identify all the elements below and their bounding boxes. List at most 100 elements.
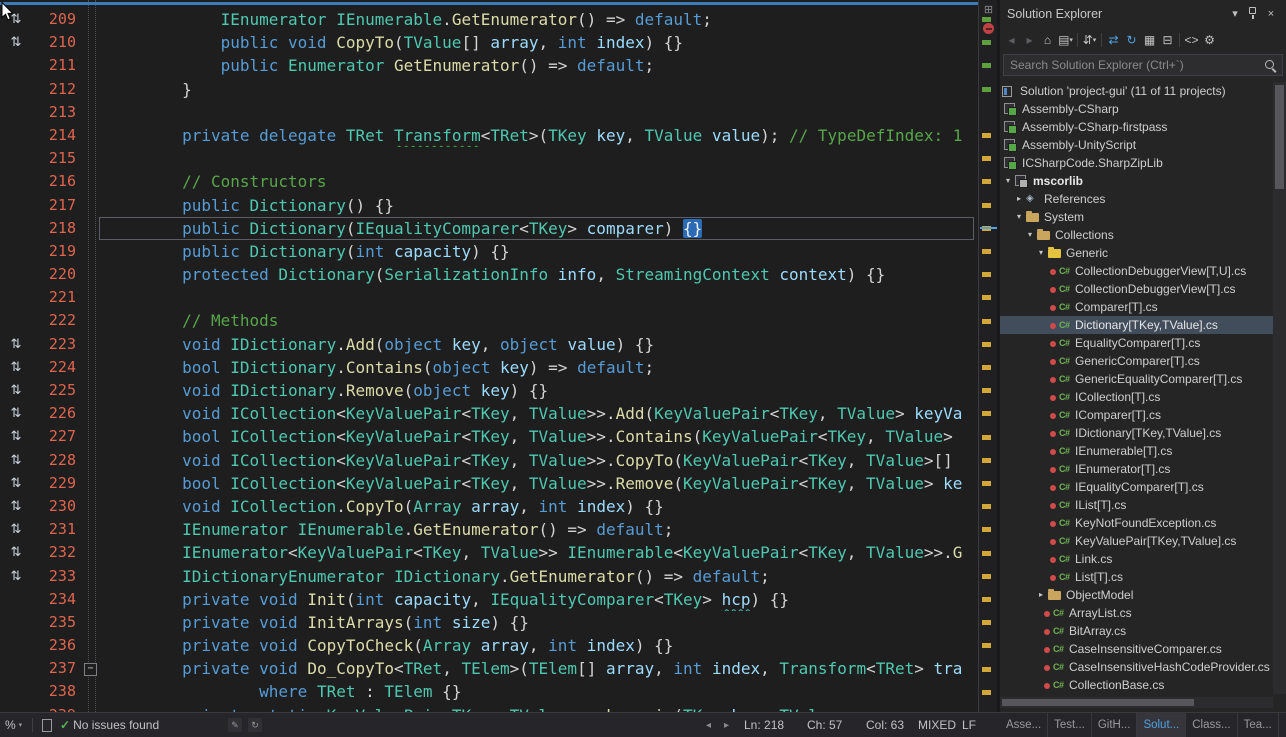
issues-indicator[interactable]: ✓ No issues found — [60, 713, 159, 737]
expand-open-icon[interactable]: ▾ — [1036, 244, 1046, 262]
tree-item[interactable]: ▾Collections — [1000, 226, 1273, 244]
code-line[interactable]: 239 private static KeyValuePair<TKey, TV… — [0, 704, 978, 712]
tree-item[interactable]: C#KeyValuePair[TKey,TValue].cs — [1000, 532, 1273, 550]
line-number[interactable]: 212 — [26, 78, 76, 101]
code-line[interactable]: 213 — [0, 101, 978, 124]
line-number[interactable]: 215 — [26, 147, 76, 170]
code-line[interactable]: 234 private void Init(int capacity, IEqu… — [0, 588, 978, 611]
bottom-tab[interactable]: Solut... — [1137, 713, 1186, 737]
line-number[interactable]: 220 — [26, 263, 76, 286]
refresh-icon[interactable]: ↻ — [1123, 30, 1140, 50]
tree-item[interactable]: C#GenericComparer[T].cs — [1000, 352, 1273, 370]
vertical-scrollbar[interactable] — [1273, 82, 1286, 694]
line-number[interactable]: 232 — [26, 541, 76, 564]
expand-open-icon[interactable]: ▾ — [1014, 208, 1024, 226]
line-number[interactable]: 224 — [26, 356, 76, 379]
char-indicator[interactable]: Ch: 57 — [807, 713, 842, 737]
expand-open-icon[interactable]: ▾ — [1025, 226, 1035, 244]
line-number[interactable]: 217 — [26, 194, 76, 217]
line-number[interactable]: 237 — [26, 657, 76, 680]
code-line[interactable]: ⇅232 IEnumerator<KeyValuePair<TKey, TVal… — [0, 541, 978, 564]
override-arrows-icon[interactable]: ⇅ — [5, 425, 27, 448]
code-line[interactable]: ⇅209 IEnumerator IEnumerable.GetEnumerat… — [0, 8, 978, 31]
override-arrows-icon[interactable]: ⇅ — [5, 379, 27, 402]
tree-item[interactable]: Assembly-CSharp — [1000, 100, 1273, 118]
line-number[interactable]: 229 — [26, 472, 76, 495]
horizontal-scrollbar[interactable] — [1000, 697, 1273, 708]
line-number[interactable]: 221 — [26, 286, 76, 309]
expand-open-icon[interactable]: ▾ — [1003, 172, 1013, 190]
line-number[interactable]: 225 — [26, 379, 76, 402]
code-line[interactable]: 218 public Dictionary(IEqualityComparer<… — [0, 217, 978, 240]
line-number[interactable]: 239 — [26, 704, 76, 712]
override-arrows-icon[interactable]: ⇅ — [5, 472, 27, 495]
tree-item[interactable]: ▸◈References — [1000, 190, 1273, 208]
code-line[interactable]: 214 private delegate TRet Transform<TRet… — [0, 124, 978, 147]
line-number[interactable]: 231 — [26, 518, 76, 541]
scrollbar-thumb[interactable] — [1275, 85, 1284, 189]
close-icon[interactable]: × — [1262, 5, 1280, 23]
override-arrows-icon[interactable]: ⇅ — [5, 333, 27, 356]
override-arrows-icon[interactable]: ⇅ — [5, 565, 27, 588]
code-editor[interactable]: ⇅209 IEnumerator IEnumerable.GetEnumerat… — [0, 0, 978, 712]
override-arrows-icon[interactable]: ⇅ — [5, 356, 27, 379]
code-line[interactable]: 219 public Dictionary(int capacity) {} — [0, 240, 978, 263]
override-arrows-icon[interactable]: ⇅ — [5, 31, 27, 54]
code-line[interactable]: ⇅228 void ICollection<KeyValuePair<TKey,… — [0, 449, 978, 472]
tree-item[interactable]: ICSharpCode.SharpZipLib — [1000, 154, 1273, 172]
sync-with-active-document-icon[interactable]: ⇄ — [1105, 30, 1122, 50]
tree-item[interactable]: C#IEnumerable[T].cs — [1000, 442, 1273, 460]
line-number[interactable]: 216 — [26, 170, 76, 193]
code-line[interactable]: ⇅227 bool ICollection<KeyValuePair<TKey,… — [0, 425, 978, 448]
tree-item[interactable]: Assembly-UnityScript — [1000, 136, 1273, 154]
override-arrows-icon[interactable]: ⇅ — [5, 518, 27, 541]
tree-item[interactable]: C#CaseInsensitiveHashCodeProvider.cs — [1000, 658, 1273, 676]
tree-item[interactable]: ▸ObjectModel — [1000, 586, 1273, 604]
line-number[interactable]: 234 — [26, 588, 76, 611]
tree-item[interactable]: C#GenericEqualityComparer[T].cs — [1000, 370, 1273, 388]
bottom-tab[interactable]: Class... — [1186, 713, 1237, 737]
bottom-tab[interactable]: GitH... — [1092, 713, 1138, 737]
line-number[interactable]: 227 — [26, 425, 76, 448]
code-line[interactable]: ⇅223 void IDictionary.Add(object key, ob… — [0, 333, 978, 356]
tree-item[interactable]: ▾System — [1000, 208, 1273, 226]
tree-item[interactable]: C#IComparer[T].cs — [1000, 406, 1273, 424]
back-icon[interactable]: ◂ — [1003, 30, 1020, 50]
tree-item[interactable]: C#CaseInsensitiveComparer.cs — [1000, 640, 1273, 658]
line-ending-indicator[interactable]: LF — [962, 713, 976, 737]
pin-icon[interactable] — [1244, 5, 1262, 23]
line-number[interactable]: 233 — [26, 565, 76, 588]
code-line[interactable]: 220 protected Dictionary(SerializationIn… — [0, 263, 978, 286]
tree-item[interactable]: C#Dictionary[TKey,TValue].cs — [1000, 316, 1273, 334]
tree-item[interactable]: C#ICollection[T].cs — [1000, 388, 1273, 406]
expand-closed-icon[interactable]: ▸ — [1036, 586, 1046, 604]
line-number[interactable]: 223 — [26, 333, 76, 356]
code-line[interactable]: ⇅226 void ICollection<KeyValuePair<TKey,… — [0, 402, 978, 425]
bottom-tab[interactable]: Asse... — [1000, 713, 1048, 737]
window-position-icon[interactable]: ▾ — [1226, 5, 1244, 23]
code-line[interactable]: 238 where TRet : TElem {} — [0, 680, 978, 703]
line-number[interactable]: 238 — [26, 680, 76, 703]
override-arrows-icon[interactable]: ⇅ — [5, 495, 27, 518]
line-number[interactable]: 213 — [26, 101, 76, 124]
view-code-icon[interactable]: <> — [1183, 30, 1200, 50]
encoding-indicator[interactable]: MIXED — [918, 713, 956, 737]
code-line[interactable]: 211 public Enumerator GetEnumerator() =>… — [0, 54, 978, 77]
code-line[interactable]: 222 // Methods — [0, 309, 978, 332]
split-editor-icon[interactable]: ⊞ — [979, 3, 998, 16]
line-number[interactable]: 222 — [26, 309, 76, 332]
tree-item[interactable]: C#CollectionBase.cs — [1000, 676, 1273, 694]
history-icon[interactable]: ↻ — [248, 713, 262, 737]
properties-icon[interactable]: ⚙ — [1201, 30, 1218, 50]
tree-item[interactable]: C#BitArray.cs — [1000, 622, 1273, 640]
code-line[interactable]: 217 public Dictionary() {} — [0, 194, 978, 217]
code-line[interactable]: 215 — [0, 147, 978, 170]
expand-closed-icon[interactable]: ▸ — [1014, 190, 1024, 208]
home-icon[interactable]: ⌂ — [1039, 30, 1056, 50]
line-number[interactable]: 235 — [26, 611, 76, 634]
tree-item[interactable]: C#Link.cs — [1000, 550, 1273, 568]
line-number[interactable]: 219 — [26, 240, 76, 263]
scroll-right-icon[interactable]: ▸ — [724, 713, 729, 737]
tree-item[interactable]: C#ArrayList.cs — [1000, 604, 1273, 622]
code-line[interactable]: 221 — [0, 286, 978, 309]
